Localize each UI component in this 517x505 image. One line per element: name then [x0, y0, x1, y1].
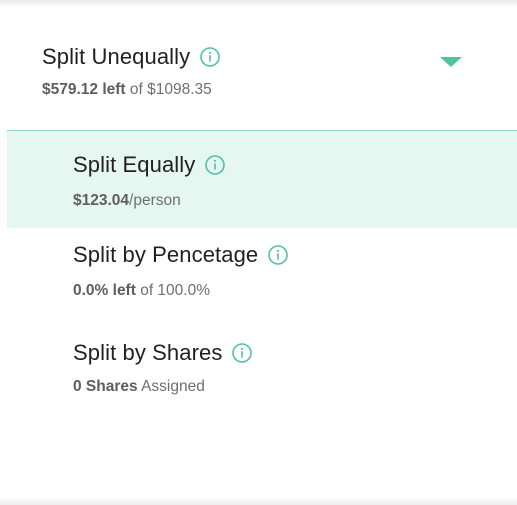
top-shadow: [0, 0, 517, 8]
info-icon[interactable]: [199, 46, 221, 68]
total-amount: of $1098.35: [125, 81, 212, 98]
option-split-by-percentage[interactable]: Split by Pencetage 0.0% left of 100.0%: [7, 228, 517, 318]
option-title: Split Equally: [73, 152, 196, 177]
option-subtitle: $123.04/person: [73, 192, 181, 210]
percentage-left: 0.0% left: [73, 282, 136, 299]
header-title: Split Unequally: [42, 44, 191, 69]
info-icon[interactable]: [204, 154, 226, 176]
shares-count: 0 Shares: [73, 378, 138, 395]
option-title-row: Split by Pencetage: [73, 242, 289, 268]
bottom-shadow: [0, 497, 517, 505]
option-title-row: Split Equally: [73, 152, 226, 178]
option-title-row: Split by Shares: [73, 340, 253, 366]
caret-down-icon[interactable]: [440, 57, 462, 67]
remaining-amount: $579.12 left: [42, 81, 126, 98]
header-title-row: Split Unequally: [42, 44, 221, 70]
percentage-total: of 100.0%: [135, 282, 210, 299]
per-person-amount: $123.04: [73, 192, 130, 209]
option-split-equally[interactable]: Split Equally $123.04/person: [7, 131, 517, 228]
shares-label: Assigned: [137, 378, 205, 395]
option-title: Split by Shares: [73, 340, 223, 365]
per-person-label: /person: [129, 192, 181, 209]
info-icon[interactable]: [231, 342, 253, 364]
option-subtitle: 0 Shares Assigned: [73, 378, 205, 396]
option-title: Split by Pencetage: [73, 242, 259, 267]
option-subtitle: 0.0% left of 100.0%: [73, 282, 210, 300]
split-method-dropdown[interactable]: Split Unequally $579.12 left of $1098.35: [0, 30, 517, 130]
option-split-by-shares[interactable]: Split by Shares 0 Shares Assigned: [7, 318, 517, 408]
info-icon[interactable]: [267, 244, 289, 266]
split-options-panel: Split Unequally $579.12 left of $1098.35…: [0, 0, 517, 505]
header-subtitle: $579.12 left of $1098.35: [42, 81, 212, 99]
